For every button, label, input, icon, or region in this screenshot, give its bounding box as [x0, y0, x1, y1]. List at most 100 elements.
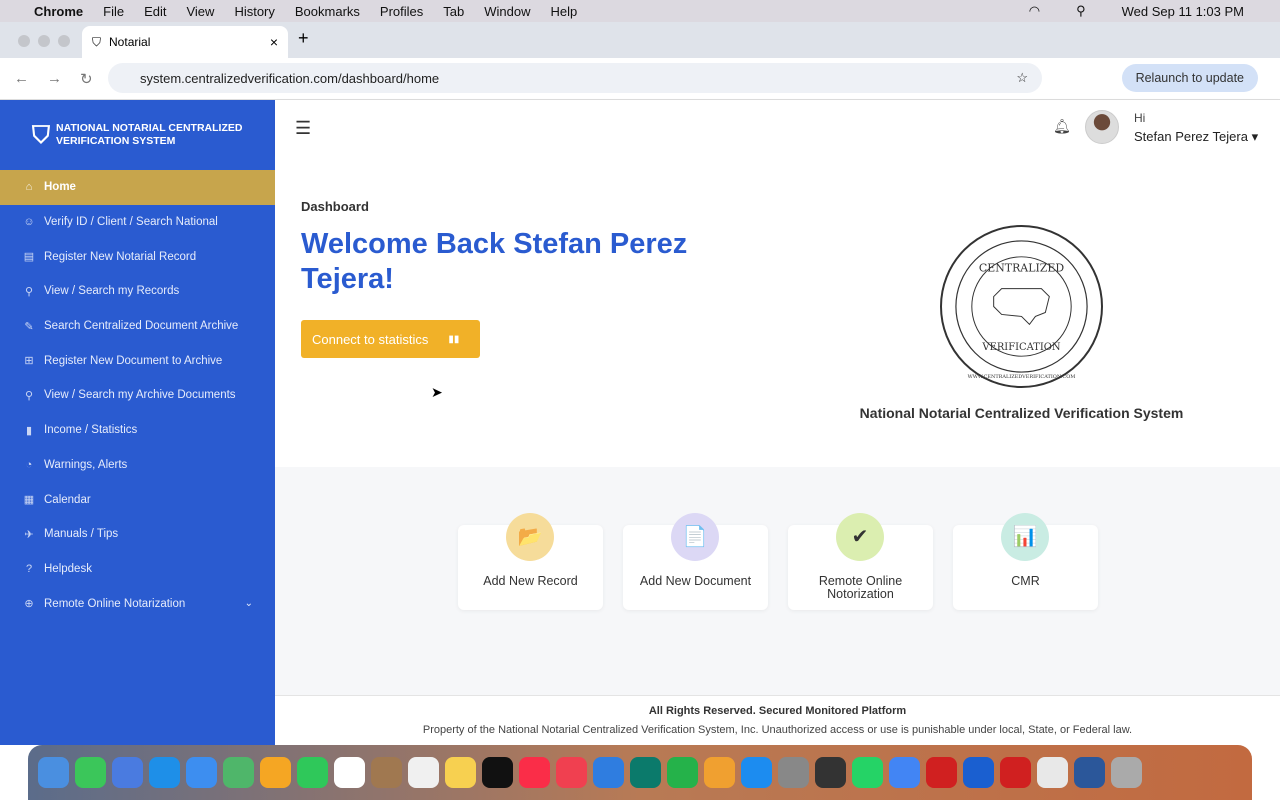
- macos-menubar: Chrome File Edit View History Bookmarks …: [0, 0, 1280, 22]
- sidebar-icon: ⊕: [24, 598, 34, 611]
- dock-app-icon[interactable]: [815, 757, 846, 788]
- sidebar-item-search-centralized-document-archive[interactable]: ✎ Search Centralized Document Archive: [0, 309, 275, 344]
- dock-app-icon[interactable]: [371, 757, 402, 788]
- menu-help[interactable]: Help: [551, 4, 578, 19]
- card-label: Add New Document: [639, 574, 752, 588]
- sidebar-item-verify-id-client-search-national[interactable]: ☺ Verify ID / Client / Search National: [0, 205, 275, 240]
- dock-app-icon[interactable]: [852, 757, 883, 788]
- dock-app-icon[interactable]: [741, 757, 772, 788]
- dock-app-icon[interactable]: [75, 757, 106, 788]
- chevron-down-icon[interactable]: ⌄: [245, 598, 253, 609]
- sidebar-item-label: View / Search my Archive Documents: [44, 389, 236, 402]
- sidebar-item-income-statistics[interactable]: ▮ Income / Statistics: [0, 413, 275, 448]
- menu-edit[interactable]: Edit: [144, 4, 166, 19]
- dock-app-icon[interactable]: [1000, 757, 1031, 788]
- sidebar-icon: ▦: [23, 494, 35, 507]
- menu-bookmarks[interactable]: Bookmarks: [295, 4, 360, 19]
- avatar[interactable]: [1085, 110, 1119, 144]
- sidebar-item-helpdesk[interactable]: ? Helpdesk: [0, 552, 275, 587]
- sidebar-item-remote-online-notarization[interactable]: ⊕ Remote Online Notarization ⌄: [0, 586, 275, 621]
- dock-app-icon[interactable]: [260, 757, 291, 788]
- brand-line-2: VERIFICATION SYSTEM: [56, 135, 176, 147]
- brand-line-1: NATIONAL NOTARIAL CENTRALIZED: [56, 122, 243, 134]
- dock-app-icon[interactable]: [667, 757, 698, 788]
- star-icon[interactable]: ☆: [1016, 70, 1028, 86]
- breadcrumb: Dashboard: [301, 199, 369, 214]
- sidebar-item-view-search-my-records[interactable]: ⚲ View / Search my Records: [0, 274, 275, 309]
- reload-icon[interactable]: ↻: [80, 70, 93, 88]
- forward-icon[interactable]: →: [47, 70, 62, 88]
- dock-app-icon[interactable]: [889, 757, 920, 788]
- hamburger-menu-icon[interactable]: ☰: [295, 118, 311, 139]
- clock[interactable]: Wed Sep 11 1:03 PM: [1122, 4, 1244, 19]
- action-card[interactable]: ✔ Remote Online Notorization: [788, 513, 933, 610]
- footer: All Rights Reserved. Secured Monitored P…: [275, 695, 1280, 745]
- dock-app-icon[interactable]: [186, 757, 217, 788]
- wifi-icon[interactable]: ◠: [1029, 3, 1040, 19]
- sidebar-item-calendar[interactable]: ▦ Calendar: [0, 482, 275, 517]
- back-icon[interactable]: ←: [14, 70, 29, 88]
- sidebar-item-label: Income / Statistics: [44, 424, 138, 437]
- search-icon[interactable]: ⚲: [1076, 3, 1086, 19]
- dock-app-icon[interactable]: [112, 757, 143, 788]
- sidebar-item-warnings-alerts[interactable]: ◔ Warnings, Alerts: [0, 448, 275, 483]
- dock-app-icon[interactable]: [223, 757, 254, 788]
- dock-app-icon[interactable]: [630, 757, 661, 788]
- dock-app-icon[interactable]: [926, 757, 957, 788]
- dock-app-icon[interactable]: [704, 757, 735, 788]
- dock-app-icon[interactable]: [556, 757, 587, 788]
- mouse-cursor-icon: ➤: [431, 384, 443, 400]
- dock-app-icon[interactable]: [38, 757, 69, 788]
- menu-history[interactable]: History: [234, 4, 274, 19]
- brand-logo[interactable]: ⛉ NATIONAL NOTARIAL CENTRALIZED VERIFICAT…: [0, 100, 275, 170]
- sidebar-item-view-search-my-archive-documents[interactable]: ⚲ View / Search my Archive Documents: [0, 378, 275, 413]
- sidebar-item-manuals-tips[interactable]: ✈ Manuals / Tips: [0, 517, 275, 552]
- dock-app-icon[interactable]: [1111, 757, 1142, 788]
- sidebar-item-label: Calendar: [44, 493, 91, 506]
- menu-view[interactable]: View: [186, 4, 214, 19]
- dock-app-icon[interactable]: [778, 757, 809, 788]
- dock-app-icon[interactable]: [149, 757, 180, 788]
- sidebar-item-register-new-document-to-archive[interactable]: ⊞ Register New Document to Archive: [0, 343, 275, 378]
- action-card[interactable]: 📂 Add New Record: [458, 513, 603, 610]
- dock-app-icon[interactable]: [334, 757, 365, 788]
- sidebar-icon: ⊞: [24, 355, 34, 368]
- menu-file[interactable]: File: [103, 4, 124, 19]
- dock-app-icon[interactable]: [593, 757, 624, 788]
- bell-icon[interactable]: 🔔︎: [1053, 118, 1071, 135]
- connect-statistics-button[interactable]: Connect to statistics ▮▮: [301, 320, 480, 358]
- user-menu[interactable]: Stefan Perez Tejera ▾: [1134, 129, 1258, 145]
- dock-app-icon[interactable]: [297, 757, 328, 788]
- window-controls[interactable]: [18, 35, 70, 47]
- sidebar: ⛉ NATIONAL NOTARIAL CENTRALIZED VERIFICAT…: [0, 100, 275, 745]
- browser-tab[interactable]: ⛉ Notarial ×: [82, 26, 288, 58]
- dock-app-icon[interactable]: [963, 757, 994, 788]
- menu-profiles[interactable]: Profiles: [380, 4, 423, 19]
- card-icon: 📄: [671, 513, 719, 561]
- action-card[interactable]: 📊 CMR: [953, 513, 1098, 610]
- dock-app-icon[interactable]: [445, 757, 476, 788]
- sidebar-item-label: Home: [44, 181, 76, 194]
- browser-toolbar: ← → ↻ system.centralizedverification.com/d…: [0, 58, 1280, 100]
- menu-app-name[interactable]: Chrome: [34, 4, 83, 19]
- url-text[interactable]: system.centralizedverification.com/dashb…: [140, 71, 439, 86]
- action-card[interactable]: 📄 Add New Document: [623, 513, 768, 610]
- menu-window[interactable]: Window: [484, 4, 530, 19]
- address-bar[interactable]: system.centralizedverification.com/dashb…: [108, 63, 1042, 93]
- close-tab-icon[interactable]: ×: [270, 34, 278, 50]
- sidebar-icon: ⚲: [24, 389, 34, 402]
- footer-text: Property of the National Notarial Centra…: [422, 724, 1133, 736]
- menu-tab[interactable]: Tab: [443, 4, 464, 19]
- main-content: ☰ 🔔︎ Hi Stefan Perez Tejera ▾ Dashboard …: [275, 100, 1280, 745]
- new-tab-icon[interactable]: +: [298, 28, 309, 49]
- dock-app-icon[interactable]: [482, 757, 513, 788]
- dock-app-icon[interactable]: [408, 757, 439, 788]
- dock-app-icon[interactable]: [1074, 757, 1105, 788]
- sidebar-item-register-new-notarial-record[interactable]: ▤ Register New Notarial Record: [0, 239, 275, 274]
- relaunch-button[interactable]: Relaunch to update: [1121, 64, 1258, 92]
- seal-top-text: CENTRALIZED: [979, 262, 1064, 275]
- dock-app-icon[interactable]: [1037, 757, 1068, 788]
- sidebar-item-label: Warnings, Alerts: [44, 458, 128, 471]
- dock-app-icon[interactable]: [519, 757, 550, 788]
- sidebar-item-home[interactable]: ⌂ Home: [0, 170, 275, 205]
